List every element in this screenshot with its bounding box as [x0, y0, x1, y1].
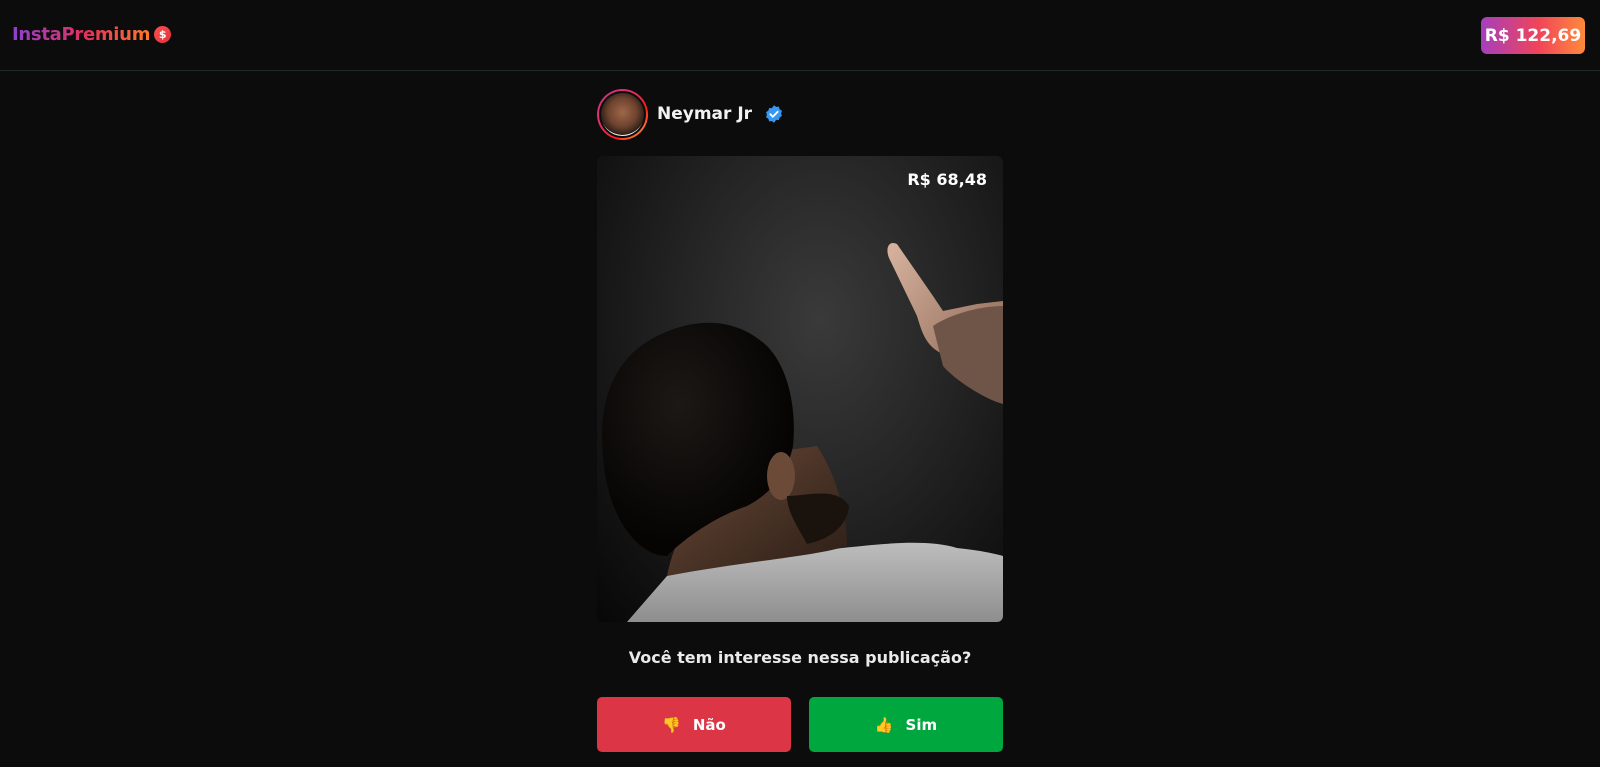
- thumbs-down-icon: 👎: [662, 715, 681, 734]
- balance-badge[interactable]: R$ 122,69: [1481, 17, 1585, 54]
- thumbs-up-icon: 👍: [874, 715, 894, 734]
- avatar[interactable]: [597, 88, 648, 140]
- logo-text: InstaPremium: [12, 23, 151, 45]
- post-photo: [601, 242, 1003, 622]
- post-price: R$ 68,48: [907, 170, 987, 189]
- verified-badge-icon: [766, 105, 782, 123]
- no-button[interactable]: 👎 Não: [597, 697, 791, 752]
- yes-button[interactable]: 👍 Sim: [809, 697, 1003, 752]
- top-bar: InstaPremium $ R$ 122,69: [0, 0, 1600, 71]
- username[interactable]: Neymar Jr: [657, 104, 752, 124]
- avatar-image: [599, 90, 646, 138]
- yes-button-label: Sim: [905, 715, 938, 734]
- coin-icon: $: [154, 25, 172, 43]
- profile-header: Neymar Jr: [597, 88, 784, 140]
- logo[interactable]: InstaPremium $: [12, 22, 172, 46]
- post-image[interactable]: R$ 68,48: [597, 156, 1003, 622]
- no-button-label: Não: [692, 715, 726, 734]
- interest-question: Você tem interesse nessa publicação?: [628, 648, 972, 667]
